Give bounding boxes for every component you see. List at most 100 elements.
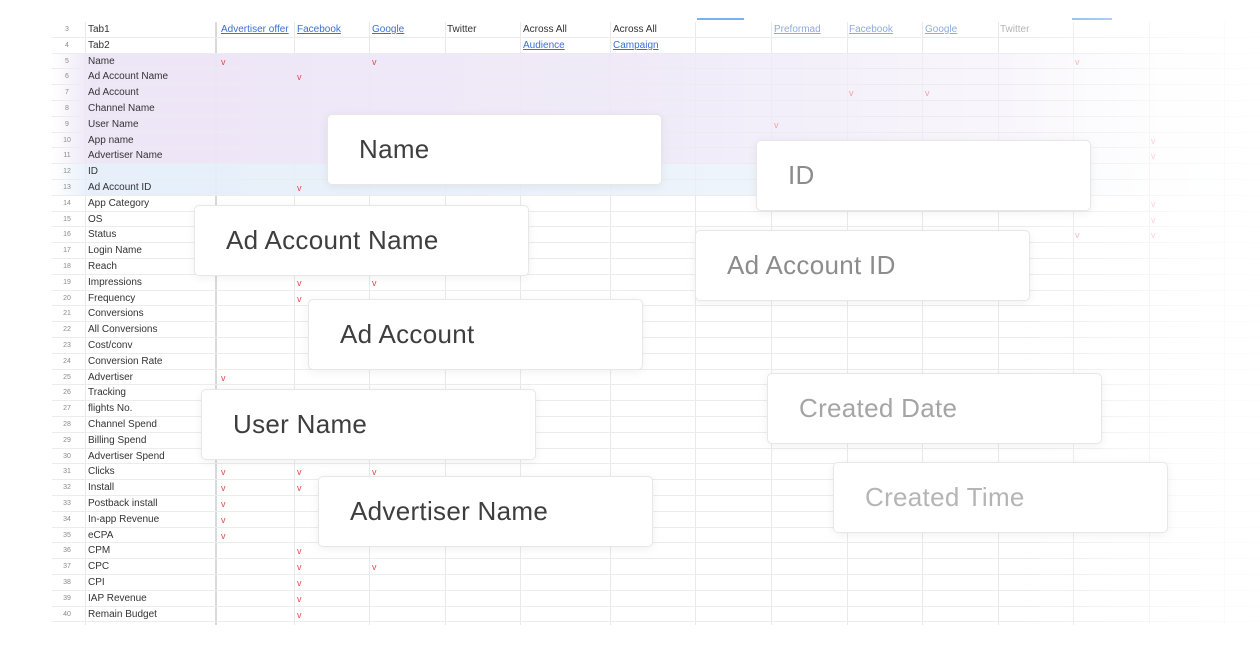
row-label-cell[interactable]: OS <box>88 214 102 225</box>
row-label-cell[interactable]: Install <box>88 482 114 493</box>
check-mark[interactable]: v <box>221 373 226 383</box>
field-card-ad-account-id[interactable]: Ad Account ID <box>695 230 1030 301</box>
row-label-cell[interactable]: CPI <box>88 577 105 588</box>
field-card-ad-account-name[interactable]: Ad Account Name <box>194 205 529 276</box>
row-label-cell[interactable]: Clicks <box>88 466 115 477</box>
row-label-cell[interactable]: Name <box>88 56 115 67</box>
row-label-cell[interactable]: eCPA <box>88 530 113 541</box>
row-label-cell[interactable]: Ad Account <box>88 87 139 98</box>
column-header-link[interactable]: Campaign <box>613 40 659 51</box>
check-mark[interactable]: v <box>297 578 302 588</box>
column-header-link[interactable]: Advertiser offer <box>221 24 289 35</box>
table-row[interactable]: 20 Frequency v <box>52 291 1260 307</box>
check-mark[interactable]: v <box>774 120 779 130</box>
row-label-cell[interactable]: CPM <box>88 545 110 556</box>
check-mark[interactable]: v <box>221 483 226 493</box>
check-mark[interactable]: v <box>372 57 377 67</box>
check-mark[interactable]: v <box>297 610 302 620</box>
row-label-cell[interactable]: Tab2 <box>88 40 110 51</box>
table-row[interactable]: 5 Name v v v <box>52 53 1260 70</box>
check-mark[interactable]: v <box>297 483 302 493</box>
check-mark[interactable]: v <box>297 278 302 288</box>
check-mark[interactable]: v <box>1151 199 1156 209</box>
row-label-cell[interactable]: Tracking <box>88 387 126 398</box>
table-row[interactable]: 4 Tab2 Audience Campaign <box>52 38 1260 54</box>
column-header-link[interactable]: Facebook <box>849 24 893 35</box>
check-mark[interactable]: v <box>1151 136 1156 146</box>
table-row[interactable]: 6 Ad Account Name v <box>52 69 1260 86</box>
table-row[interactable]: 7 Ad Account v v <box>52 85 1260 101</box>
check-mark[interactable]: v <box>1151 151 1156 161</box>
check-mark[interactable]: v <box>1151 230 1156 240</box>
check-mark[interactable]: v <box>297 546 302 556</box>
check-mark[interactable]: v <box>849 88 854 98</box>
check-mark[interactable]: v <box>297 467 302 477</box>
table-row[interactable]: 38 CPI v <box>52 575 1260 591</box>
table-row[interactable]: 22 All Conversions <box>52 322 1260 338</box>
table-row[interactable]: 21 Conversions <box>52 306 1260 323</box>
row-label-cell[interactable]: Channel Spend <box>88 419 157 430</box>
row-label-cell[interactable]: Advertiser Spend <box>88 451 165 462</box>
row-label-cell[interactable]: Ad Account Name <box>88 71 168 82</box>
row-label-cell[interactable]: Ad Account ID <box>88 182 151 193</box>
row-label-cell[interactable]: Conversion Rate <box>88 356 162 367</box>
table-row[interactable]: 39 IAP Revenue v <box>52 591 1260 607</box>
table-row[interactable]: 3 Tab1 Advertiser offer Facebook Google Twitt… <box>52 22 1260 38</box>
row-label-cell[interactable]: IAP Revenue <box>88 593 147 604</box>
row-label-cell[interactable]: Status <box>88 229 116 240</box>
row-label-cell[interactable]: User Name <box>88 119 139 130</box>
check-mark[interactable]: v <box>372 562 377 572</box>
field-card-id[interactable]: ID <box>756 140 1091 211</box>
row-label-cell[interactable]: CPC <box>88 561 109 572</box>
row-label-cell[interactable]: In-app Revenue <box>88 514 159 525</box>
table-row[interactable]: 40 Remain Budget v <box>52 607 1260 623</box>
check-mark[interactable]: v <box>297 183 302 193</box>
row-label-cell[interactable]: Advertiser Name <box>88 150 162 161</box>
row-label-cell[interactable]: Postback install <box>88 498 157 509</box>
check-mark[interactable]: v <box>221 499 226 509</box>
row-label-cell[interactable]: Reach <box>88 261 117 272</box>
table-row[interactable]: 19 Impressions v v <box>52 275 1260 291</box>
row-label-cell[interactable]: App name <box>88 135 134 146</box>
table-row[interactable]: 23 Cost/conv <box>52 338 1260 354</box>
check-mark[interactable]: v <box>221 531 226 541</box>
check-mark[interactable]: v <box>221 467 226 477</box>
check-mark[interactable]: v <box>297 594 302 604</box>
row-label-cell[interactable]: Login Name <box>88 245 142 256</box>
row-label-cell[interactable]: Impressions <box>88 277 142 288</box>
column-header-link[interactable]: Google <box>372 24 404 35</box>
column-header-link[interactable]: Audience <box>523 40 565 51</box>
field-card-name[interactable]: Name <box>327 114 662 185</box>
check-mark[interactable]: v <box>221 57 226 67</box>
field-card-created-time[interactable]: Created Time <box>833 462 1168 533</box>
field-card-ad-account[interactable]: Ad Account <box>308 299 643 370</box>
check-mark[interactable]: v <box>297 562 302 572</box>
check-mark[interactable]: v <box>221 515 226 525</box>
field-card-user-name[interactable]: User Name <box>201 389 536 460</box>
column-header-link[interactable]: Facebook <box>297 24 341 35</box>
row-label-cell[interactable]: Remain Budget <box>88 609 157 620</box>
check-mark[interactable]: v <box>1075 230 1080 240</box>
field-card-created-date[interactable]: Created Date <box>767 373 1102 444</box>
row-label-cell[interactable]: All Conversions <box>88 324 157 335</box>
row-label-cell[interactable]: Frequency <box>88 293 135 304</box>
row-label-cell[interactable]: flights No. <box>88 403 132 414</box>
row-label-cell[interactable]: Conversions <box>88 308 144 319</box>
table-row[interactable]: 37 CPC v v <box>52 559 1260 575</box>
field-card-advertiser-name[interactable]: Advertiser Name <box>318 476 653 547</box>
column-header-link[interactable]: Preformad <box>774 24 821 35</box>
row-label-cell[interactable]: Cost/conv <box>88 340 132 351</box>
check-mark[interactable]: v <box>1075 57 1080 67</box>
row-label-cell[interactable]: Billing Spend <box>88 435 146 446</box>
check-mark[interactable]: v <box>925 88 930 98</box>
check-mark[interactable]: v <box>297 294 302 304</box>
table-row[interactable]: 24 Conversion Rate <box>52 354 1260 370</box>
row-label-cell[interactable]: App Category <box>88 198 149 209</box>
check-mark[interactable]: v <box>1151 215 1156 225</box>
check-mark[interactable]: v <box>297 72 302 82</box>
row-label-cell[interactable]: Tab1 <box>88 24 110 35</box>
row-label-cell[interactable]: Channel Name <box>88 103 155 114</box>
check-mark[interactable]: v <box>372 278 377 288</box>
table-row[interactable]: 36 CPM v <box>52 543 1260 560</box>
row-label-cell[interactable]: ID <box>88 166 98 177</box>
